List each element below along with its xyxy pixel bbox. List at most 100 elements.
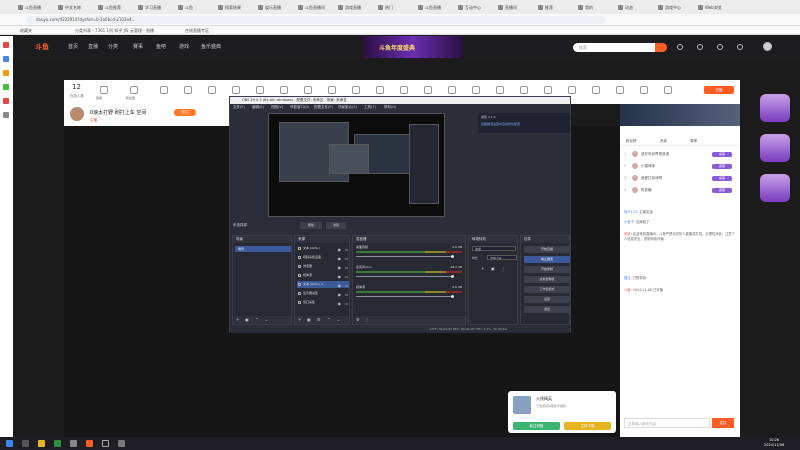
menu-edit[interactable]: 编辑(E) bbox=[252, 105, 264, 110]
browser-tab[interactable]: 游戏直播 bbox=[338, 3, 376, 12]
volume-slider[interactable] bbox=[356, 256, 454, 257]
gift-icon[interactable] bbox=[184, 86, 192, 94]
nav-category[interactable]: 分类 bbox=[108, 43, 118, 50]
exit-button[interactable]: 退出 bbox=[524, 306, 570, 313]
rank-row[interactable]: 4 陈皮糖 贵族 bbox=[624, 186, 734, 195]
menu-view[interactable]: 视图(V) bbox=[271, 105, 283, 110]
browser-tab[interactable]: Web浏览 bbox=[698, 3, 736, 12]
gift-icon[interactable] bbox=[472, 86, 480, 94]
obs-preview[interactable] bbox=[268, 113, 445, 217]
recharge-button[interactable]: 充值 bbox=[704, 86, 734, 94]
tab-fans[interactable]: 粉丝榜 bbox=[626, 139, 637, 144]
menu-tools[interactable]: 工具(T) bbox=[364, 105, 376, 110]
noble-icon[interactable] bbox=[100, 86, 108, 94]
up-icon[interactable]: ⌃ bbox=[327, 317, 332, 322]
menu-docks[interactable]: 停靠窗口(D) bbox=[290, 105, 309, 110]
nav-yuba[interactable]: 鱼吧 bbox=[156, 43, 166, 50]
nav-festival[interactable]: 鱼乐盛典 bbox=[201, 43, 221, 50]
activity-badge[interactable] bbox=[760, 174, 790, 202]
eye-icon[interactable]: ◉ bbox=[338, 246, 342, 253]
douyu-logo[interactable]: 斗鱼 bbox=[35, 42, 49, 52]
browser-tab[interactable]: 动态 bbox=[618, 3, 656, 12]
bookmark-item[interactable]: 分类列表 - 7361 1列 知乎 JIS bbox=[75, 28, 128, 34]
source-row[interactable]: 浏览器 ◉ ▫ bbox=[297, 263, 349, 270]
claim-button[interactable]: 前往领取 bbox=[513, 422, 560, 430]
properties-button[interactable]: 属性 bbox=[300, 222, 322, 229]
activity-badge[interactable] bbox=[760, 94, 790, 122]
down-icon[interactable]: ⌄ bbox=[337, 317, 342, 322]
send-button[interactable]: 发送 bbox=[712, 418, 734, 428]
remove-icon[interactable]: ▣ bbox=[307, 317, 312, 322]
nav-home[interactable]: 首页 bbox=[68, 43, 78, 50]
source-row[interactable]: 显示器采集 ◉ ▫ bbox=[297, 290, 349, 297]
address-input[interactable]: douyu.com/4222914?dyshid=0-2a0bcd-2103e4… bbox=[26, 16, 606, 24]
app-icon[interactable] bbox=[54, 440, 61, 447]
volume-slider[interactable] bbox=[356, 276, 454, 277]
gift-icon[interactable] bbox=[232, 86, 240, 94]
browser-tab[interactable]: 娱乐直播 bbox=[258, 3, 296, 12]
lock-icon[interactable]: ▫ bbox=[345, 264, 348, 271]
source-row-selected[interactable]: 文本 (GDI+) 2 ◉ ▫ bbox=[297, 281, 349, 288]
menu-help[interactable]: 帮助(H) bbox=[384, 105, 396, 110]
volume-knob[interactable] bbox=[451, 295, 454, 298]
browser-tab[interactable]: 游戏中心 bbox=[658, 3, 696, 12]
up-icon[interactable]: ⌃ bbox=[255, 317, 260, 322]
gift-icon[interactable] bbox=[592, 86, 600, 94]
app-icon[interactable] bbox=[70, 440, 77, 447]
gift-icon[interactable] bbox=[616, 86, 624, 94]
gift-icon[interactable] bbox=[520, 86, 528, 94]
nav-esports[interactable]: 赛事 bbox=[133, 43, 143, 50]
gift-icon[interactable] bbox=[328, 86, 336, 94]
gift-icon[interactable] bbox=[208, 86, 216, 94]
browser-tab[interactable]: 斗鱼推荐 bbox=[98, 3, 136, 12]
nav-live[interactable]: 直播 bbox=[88, 43, 98, 50]
follow-icon[interactable] bbox=[697, 44, 703, 50]
bookmark-item[interactable]: 收藏夹 bbox=[20, 28, 32, 34]
gift-icon[interactable] bbox=[448, 86, 456, 94]
bookmark-item[interactable]: 在线直播专区 bbox=[185, 28, 209, 34]
browser-tab[interactable]: 斗鱼直播 bbox=[18, 3, 56, 12]
gift-icon[interactable] bbox=[424, 86, 432, 94]
event-banner[interactable]: 斗鱼年度盛典 bbox=[363, 36, 463, 58]
fanclub-icon[interactable] bbox=[130, 86, 138, 94]
volume-slider[interactable] bbox=[356, 296, 454, 297]
duration-input[interactable]: 300 ms bbox=[487, 255, 517, 260]
source-row[interactable]: 文本 (GDI+) ◉ ▫ bbox=[297, 245, 349, 252]
browser-tab[interactable]: 互动中心 bbox=[458, 3, 496, 12]
gift-icon[interactable] bbox=[256, 86, 264, 94]
download-icon[interactable] bbox=[737, 44, 743, 50]
stop-streaming-button[interactable]: 停止推流 bbox=[524, 256, 570, 263]
chat-input[interactable]: 这里输入聊天内容 bbox=[624, 418, 710, 428]
down-icon[interactable]: ⌄ bbox=[265, 317, 270, 322]
app-icon[interactable] bbox=[118, 440, 125, 447]
lock-icon[interactable]: ▫ bbox=[345, 300, 348, 307]
source-row[interactable]: 视频采集设备 ◉ ▫ bbox=[297, 254, 349, 261]
filters-button[interactable]: 滤镜 bbox=[326, 222, 346, 229]
menu-file[interactable]: 文件(F) bbox=[233, 105, 245, 110]
gift-icon[interactable] bbox=[400, 86, 408, 94]
sidebar-icon[interactable] bbox=[3, 84, 9, 90]
activity-badge[interactable] bbox=[760, 134, 790, 162]
settings-button[interactable]: 设置 bbox=[524, 296, 570, 303]
tab-weekly[interactable]: 周榜 bbox=[690, 139, 697, 144]
explorer-icon[interactable] bbox=[38, 440, 45, 447]
browser-tab[interactable]: 斗鱼 bbox=[178, 3, 216, 12]
browser-tab[interactable]: 热门 bbox=[378, 3, 416, 12]
search-icon[interactable] bbox=[22, 440, 29, 447]
scene-item[interactable]: 场景 bbox=[235, 246, 291, 252]
volume-knob[interactable] bbox=[451, 255, 454, 258]
bookmark-item[interactable]: 云管理 - 直播 bbox=[130, 28, 154, 34]
history-icon[interactable] bbox=[677, 44, 683, 50]
browser-icon[interactable] bbox=[86, 440, 93, 447]
tab-noble[interactable]: 贵族 bbox=[660, 139, 667, 144]
eye-icon[interactable]: ◉ bbox=[338, 282, 342, 289]
lock-icon[interactable]: ▫ bbox=[345, 273, 348, 280]
eye-icon[interactable]: ◉ bbox=[338, 255, 342, 262]
browser-tab[interactable]: 推荐 bbox=[538, 3, 576, 12]
add-icon[interactable]: + bbox=[481, 266, 486, 271]
message-icon[interactable] bbox=[717, 44, 723, 50]
more-icon[interactable]: ⋮ bbox=[365, 317, 370, 322]
rank-row[interactable]: 3 我爱打游戏啊 贵族 bbox=[624, 174, 734, 183]
rank-row[interactable]: 1 我在你世界很浪漫 贵族 bbox=[624, 150, 734, 159]
sidebar-icon[interactable] bbox=[3, 112, 9, 118]
